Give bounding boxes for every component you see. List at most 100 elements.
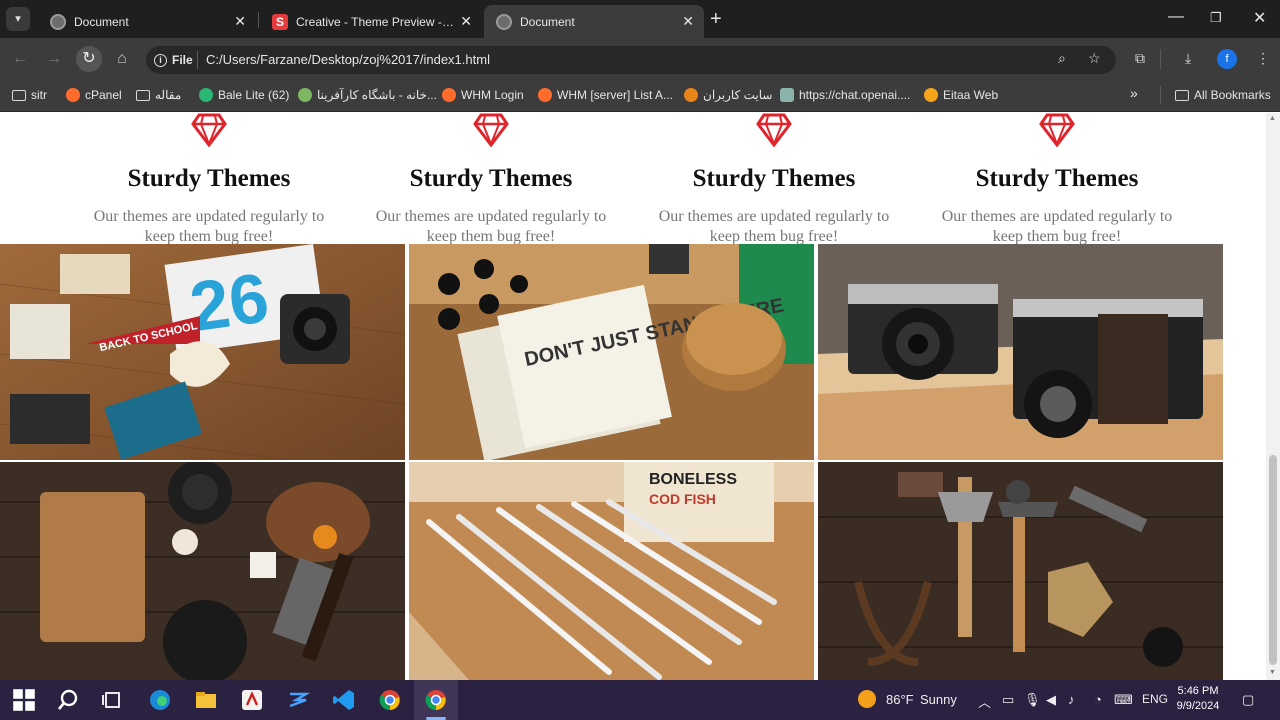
eitaa-icon — [924, 88, 938, 102]
feature-column: Sturdy Themes Our themes are updated reg… — [68, 113, 350, 247]
feature-text: Our themes are updated regularly to keep… — [658, 208, 890, 245]
weather-sun-icon[interactable] — [858, 690, 876, 708]
windows-start-icon[interactable] — [12, 688, 36, 712]
chevron-right-icon[interactable]: » — [1130, 85, 1138, 101]
chevron-up-icon[interactable]: ︿ — [978, 692, 991, 711]
download-icon[interactable]: ⤓ — [1185, 50, 1191, 67]
bookmark-label: سایت کاربران — [703, 88, 773, 102]
bale-icon — [199, 88, 213, 102]
tile-text: BONELESS — [649, 471, 737, 488]
photo-cameras[interactable] — [818, 244, 1223, 460]
feature-title: Sturdy Themes — [127, 165, 291, 192]
bookmark-label: WHM Login — [461, 88, 524, 102]
bookmark-cpanel[interactable]: cPanel — [66, 86, 122, 104]
folder-icon — [1175, 89, 1189, 101]
url-text[interactable]: C:/Users/Farzane/Desktop/zoj%2017/index1… — [206, 52, 490, 67]
photo-design-objects-image: 26 BACK TO SCHOOL — [0, 244, 405, 460]
meet-icon[interactable]: ▭ — [1002, 692, 1014, 708]
home-icon[interactable]: ⌂ — [110, 47, 134, 71]
diamond-icon — [756, 113, 792, 147]
site-chip-label: File — [172, 53, 193, 67]
forward-icon[interactable]: → — [42, 47, 66, 71]
photo-stationery[interactable]: DON'T JUST STAND THERE — [409, 244, 814, 460]
feature-column: Sturdy Themes Our themes are updated reg… — [916, 113, 1198, 247]
close-icon[interactable]: ✕ — [682, 13, 694, 30]
wifi-icon[interactable]: ◔ — [1094, 692, 1102, 707]
photo-pencils[interactable]: BONELESS COD FISH — [409, 462, 814, 680]
microphone-icon[interactable]: 🎙 — [1024, 692, 1041, 708]
notification-icon[interactable]: ▢ — [1242, 692, 1254, 708]
scroll-up-icon[interactable]: ▲ — [1269, 115, 1276, 122]
tab-title: Document — [74, 14, 129, 29]
cpanel-icon — [442, 88, 456, 102]
system-clock[interactable]: 5:46 PM 9/9/2024 — [1168, 684, 1228, 714]
window-close-button[interactable]: ✕ — [1253, 8, 1266, 28]
photo-tools[interactable] — [818, 462, 1223, 680]
photo-design-objects[interactable]: 26 BACK TO SCHOOL — [0, 244, 405, 460]
back-icon[interactable]: ← — [8, 47, 32, 71]
tab-search-button[interactable]: ▾ — [6, 7, 30, 31]
tab-creative-theme[interactable]: S Creative - Theme Preview - Star ✕ — [260, 5, 482, 38]
speaker-icon[interactable]: ♪ — [1068, 692, 1075, 707]
windows-taskbar — [0, 680, 1280, 720]
bookmark-club[interactable]: خانه - باشگاه کارآفرینا... — [298, 86, 437, 104]
bookmark-eitaa[interactable]: Eitaa Web — [924, 86, 998, 104]
tab-document-1[interactable]: Document ✕ — [38, 5, 256, 38]
file-explorer-icon[interactable] — [194, 688, 218, 712]
feature-text: Our themes are updated regularly to keep… — [375, 208, 607, 245]
feature-title: Sturdy Themes — [975, 165, 1139, 192]
site-info-chip[interactable]: i File — [154, 50, 193, 70]
star-icon[interactable]: ☆ — [1088, 50, 1101, 67]
scrollbar-thumb[interactable] — [1269, 455, 1277, 665]
toolbar-divider — [1160, 49, 1161, 69]
bookmark-label: WHM [server] List A... — [557, 88, 674, 102]
weather-temp[interactable]: 86°F — [886, 692, 914, 707]
volume-icon[interactable]: ◀ — [1046, 692, 1056, 708]
bookmark-users-site[interactable]: سایت کاربران — [684, 86, 772, 104]
feature-text: Our themes are updated regularly to keep… — [941, 208, 1173, 245]
edge-icon[interactable] — [148, 688, 172, 712]
tab-document-active[interactable]: Document ✕ — [484, 5, 704, 38]
filezilla-icon[interactable] — [286, 688, 310, 712]
chip-divider — [197, 51, 198, 69]
extensions-icon[interactable]: ⧉ — [1135, 50, 1145, 67]
keyboard-icon[interactable]: ⌨ — [1114, 692, 1133, 708]
task-view-icon[interactable] — [100, 688, 124, 712]
photo-kitchen[interactable] — [0, 462, 405, 680]
acrobat-icon[interactable] — [240, 688, 264, 712]
zoom-icon[interactable]: ⌕ — [1058, 50, 1066, 67]
close-icon[interactable]: ✕ — [234, 13, 246, 30]
bookmark-whm-server[interactable]: WHM [server] List A... — [538, 86, 673, 104]
feature-title: Sturdy Themes — [692, 165, 856, 192]
page-scrollbar[interactable]: ▲ ▼ — [1266, 113, 1280, 680]
bookmark-whm-login[interactable]: WHM Login — [442, 86, 524, 104]
s-logo-icon: S — [272, 13, 288, 30]
maximize-button[interactable]: ❐ — [1210, 10, 1222, 26]
all-bookmarks-button[interactable]: All Bookmarks — [1175, 86, 1271, 104]
feature-title: Sturdy Themes — [409, 165, 573, 192]
cpanel-icon — [538, 88, 552, 102]
language-indicator[interactable]: ENG — [1142, 692, 1168, 706]
new-tab-button[interactable]: + — [710, 8, 722, 31]
minimize-button[interactable]: — — [1168, 8, 1184, 26]
openai-icon — [780, 88, 794, 102]
bookmark-chatgpt[interactable]: https://chat.openai.... — [780, 86, 910, 104]
bookmarks-divider — [1160, 86, 1161, 104]
chrome-profile-icon[interactable] — [424, 688, 448, 712]
weather-text[interactable]: Sunny — [920, 692, 957, 707]
close-icon[interactable]: ✕ — [460, 13, 472, 30]
scroll-down-icon[interactable]: ▼ — [1269, 669, 1276, 676]
bookmark-bale[interactable]: Bale Lite (62) — [199, 86, 289, 104]
menu-icon[interactable]: ⋮ — [1256, 50, 1270, 67]
clock-date: 9/9/2024 — [1176, 700, 1220, 712]
search-icon[interactable] — [56, 688, 80, 712]
vscode-icon[interactable] — [332, 688, 356, 712]
bookmark-label: Eitaa Web — [943, 88, 999, 102]
tab-strip: ▾ Document ✕ S Creative - Theme Preview … — [0, 0, 1280, 38]
profile-avatar[interactable]: f — [1217, 49, 1237, 69]
chrome-icon[interactable] — [378, 688, 402, 712]
feature-text: Our themes are updated regularly to keep… — [93, 208, 325, 245]
reload-icon[interactable]: ↻ — [77, 47, 101, 71]
bookmark-folder-article[interactable]: مقاله — [136, 86, 181, 104]
bookmark-folder-sitr[interactable]: sitr — [12, 86, 47, 104]
